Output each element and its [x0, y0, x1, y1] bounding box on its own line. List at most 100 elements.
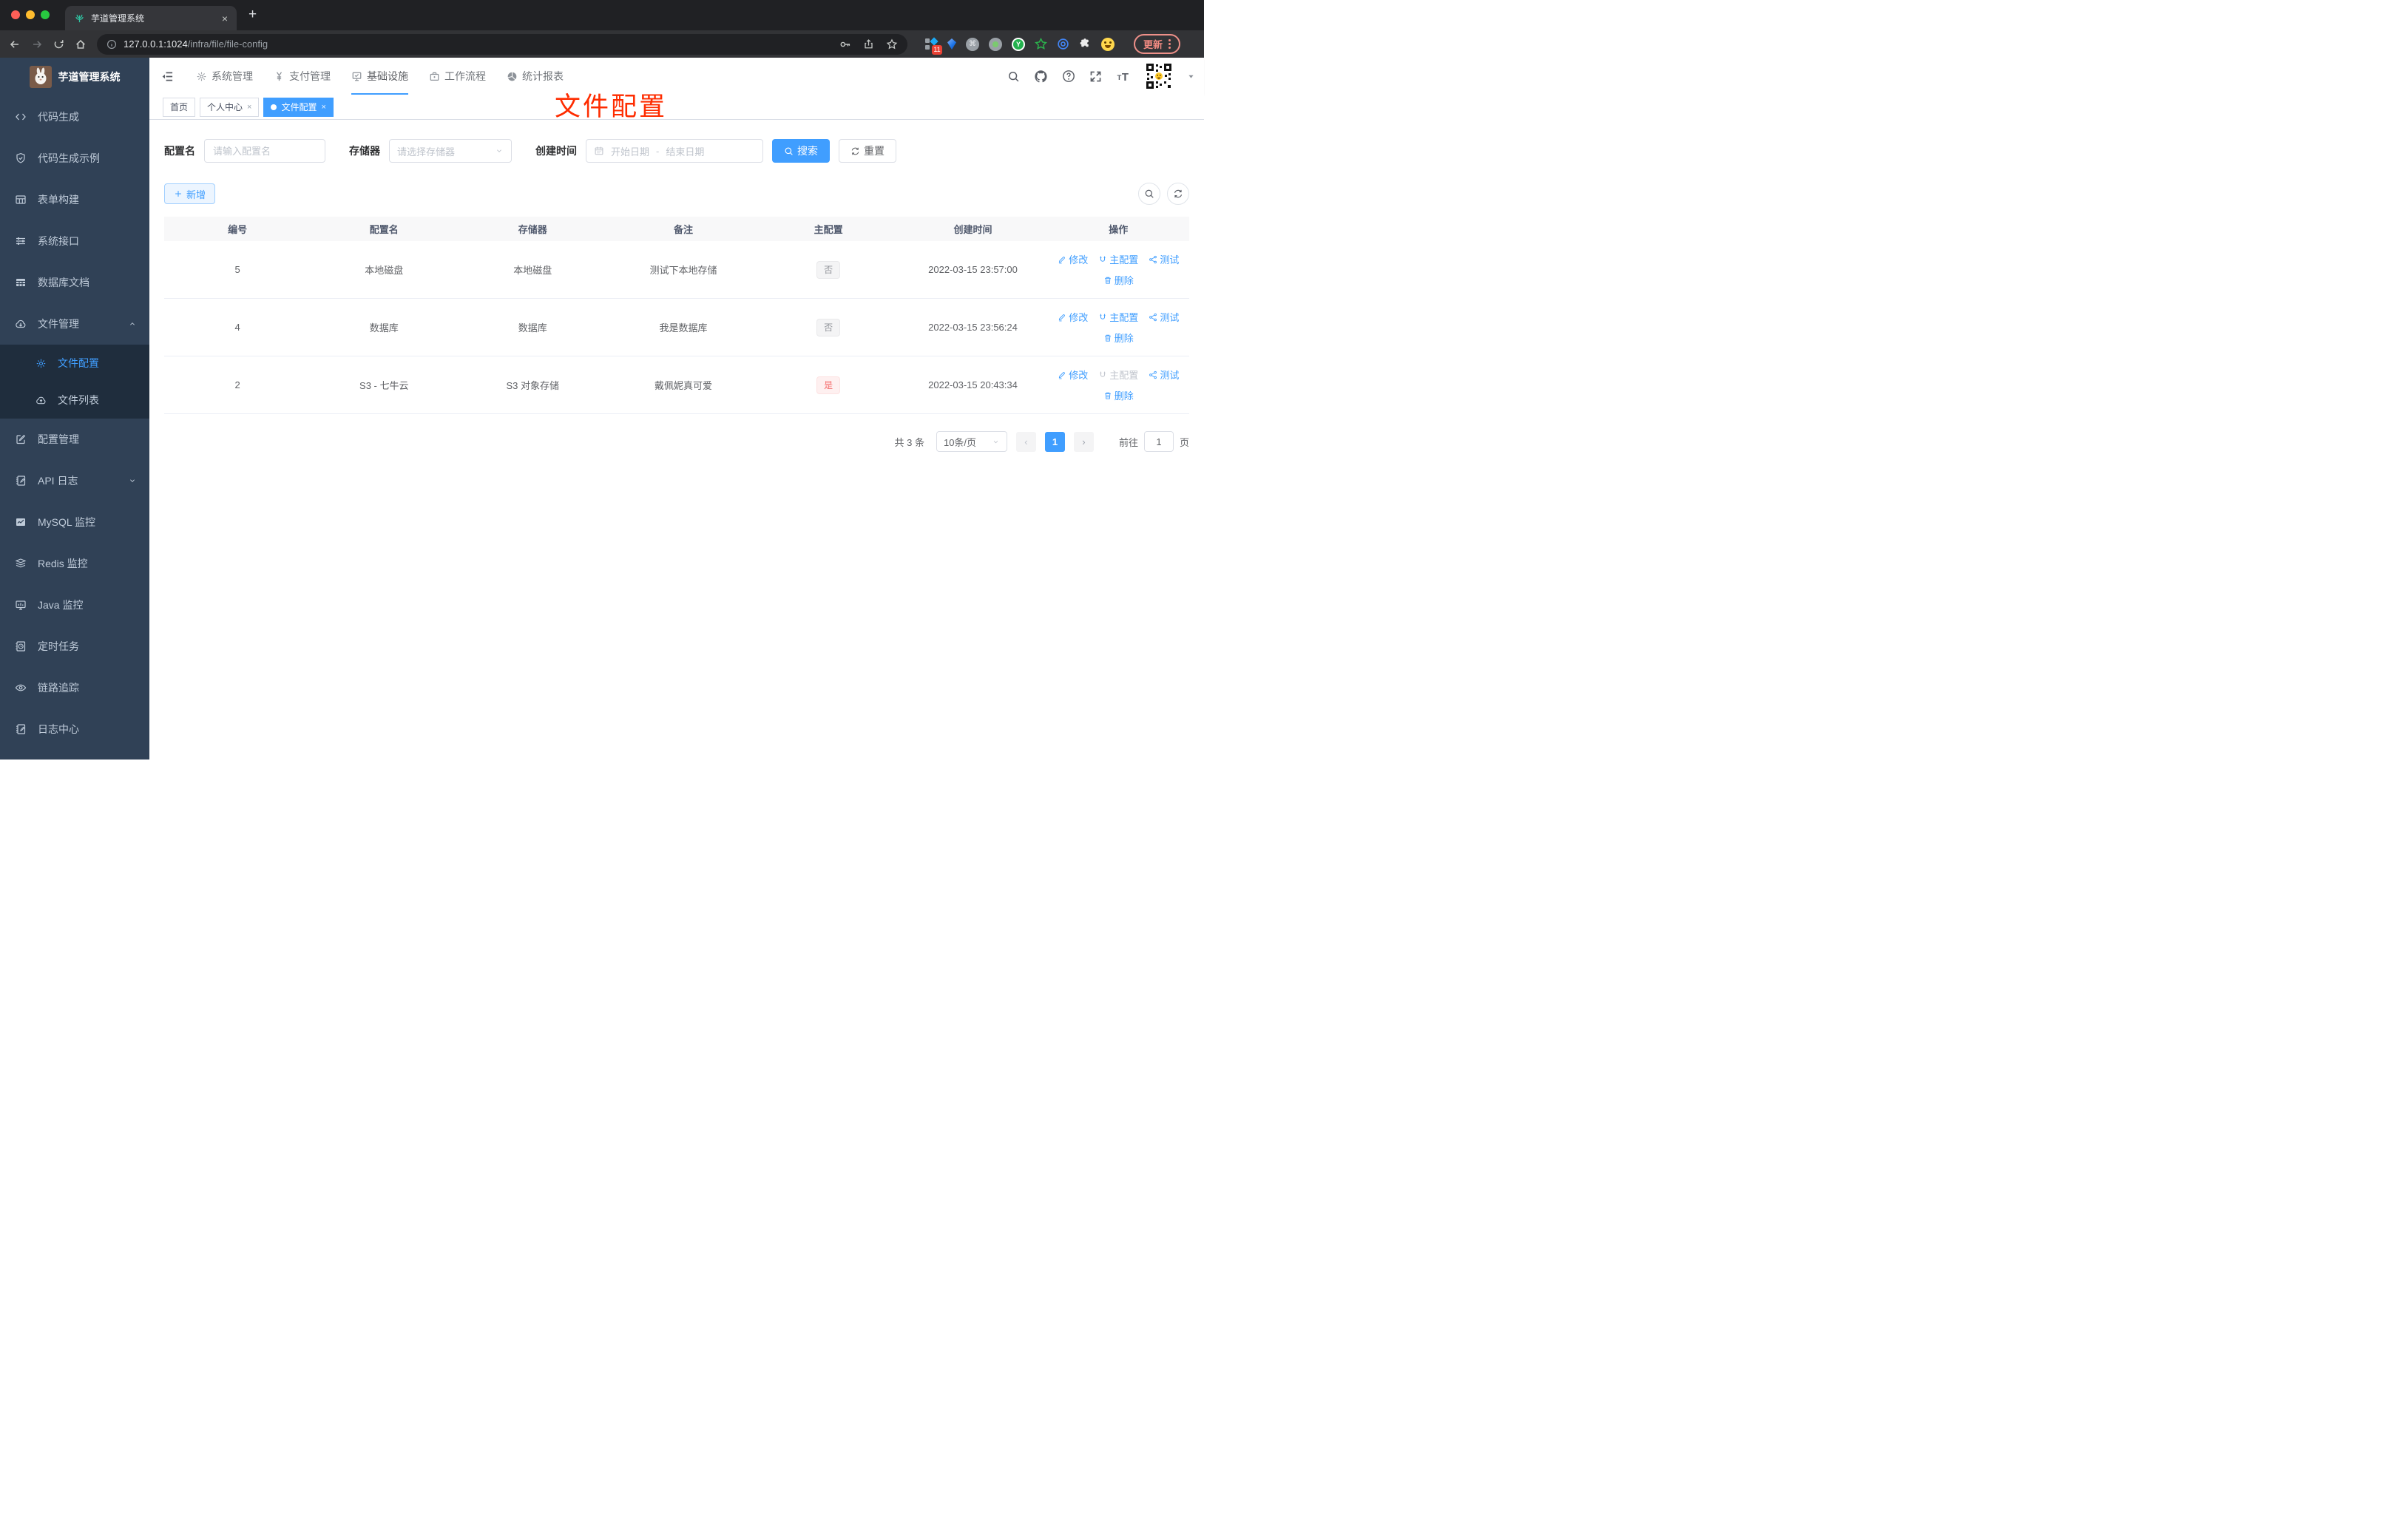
current-page-button[interactable]: 1 — [1044, 431, 1065, 452]
test-action[interactable]: 测试 — [1149, 310, 1179, 324]
tab-profile[interactable]: 个人中心 × — [200, 97, 260, 117]
sidebar-item-file-config[interactable]: 文件配置 — [0, 345, 149, 382]
reset-button[interactable]: 重置 — [839, 139, 896, 163]
edit-action[interactable]: 修改 — [1058, 368, 1088, 382]
cell-remark: 我是数据库 — [659, 322, 708, 334]
master-action[interactable]: 主配置 — [1098, 252, 1138, 266]
sidebar-item-redis-monitor[interactable]: Redis 监控 — [0, 543, 149, 584]
edit-action[interactable]: 修改 — [1058, 252, 1088, 266]
font-size-icon[interactable] — [1116, 70, 1131, 83]
tab-file-config[interactable]: 文件配置 × — [263, 97, 334, 117]
tab-label: 首页 — [170, 102, 189, 112]
sidebar-item-form-builder[interactable]: 表单构建 — [0, 179, 149, 220]
command-extension-icon[interactable]: ⌘ — [966, 37, 979, 51]
site-info-icon[interactable] — [106, 39, 117, 50]
window-zoom-button[interactable] — [41, 10, 50, 19]
sidebar-item-trace[interactable]: 链路追踪 — [0, 667, 149, 708]
github-icon[interactable] — [1034, 70, 1048, 84]
storage-select[interactable]: 请选择存储器 — [389, 139, 512, 163]
sidebar-item-system-api[interactable]: 系统接口 — [0, 220, 149, 262]
test-action[interactable]: 测试 — [1149, 368, 1179, 382]
y-extension-icon[interactable]: Y — [1012, 37, 1025, 51]
cell-name: 数据库 — [369, 322, 399, 334]
avatar[interactable] — [1145, 62, 1173, 90]
date-start-placeholder[interactable]: 开始日期 — [611, 144, 649, 158]
browser-tab[interactable]: 芋道管理系统 × — [65, 6, 237, 30]
cell-id: 2 — [234, 379, 240, 390]
collapse-sidebar-icon[interactable] — [149, 70, 186, 83]
tab-home[interactable]: 首页 — [163, 97, 196, 117]
status-badge: 是 — [816, 376, 841, 394]
recorder-extension-icon[interactable] — [989, 37, 1002, 51]
caret-down-icon[interactable] — [1187, 72, 1195, 81]
edit-action[interactable]: 修改 — [1058, 310, 1088, 324]
chrome-menu-icon[interactable] — [1169, 39, 1171, 49]
cloud-download-icon — [16, 319, 26, 328]
star-extension-icon[interactable] — [1035, 38, 1047, 50]
puzzle-extensions-icon[interactable] — [1079, 38, 1092, 50]
new-tab-button[interactable]: + — [248, 7, 257, 23]
sidebar-item-db-doc[interactable]: 数据库文档 — [0, 262, 149, 303]
sidebar-item-code-generation[interactable]: 代码生成 — [0, 96, 149, 138]
master-action[interactable]: 主配置 — [1098, 310, 1138, 324]
test-action[interactable]: 测试 — [1149, 252, 1179, 266]
sidebar-item-log-center[interactable]: 日志中心 — [0, 708, 149, 750]
bookmark-star-icon[interactable] — [886, 38, 898, 50]
topnav-payment-management[interactable]: 支付管理 — [263, 58, 341, 95]
goto-page-input[interactable] — [1143, 431, 1174, 452]
sidebar-logo[interactable]: 芋道管理系统 — [0, 58, 149, 96]
fullscreen-icon[interactable] — [1089, 70, 1102, 83]
sidebar-item-scheduled-tasks[interactable]: 定时任务 — [0, 626, 149, 667]
reload-icon[interactable] — [53, 38, 64, 50]
tab-close-icon[interactable]: × — [321, 103, 325, 112]
next-page-button[interactable]: › — [1073, 431, 1094, 452]
address-bar[interactable]: 127.0.0.1:1024/infra/file/file-config — [97, 33, 907, 55]
tab-close-icon[interactable]: × — [247, 103, 251, 112]
refresh-table-button[interactable] — [1167, 183, 1189, 205]
search-icon[interactable] — [1007, 70, 1020, 83]
gem-extension-icon[interactable] — [947, 38, 956, 50]
search-button[interactable]: 搜索 — [772, 139, 830, 163]
date-range-picker[interactable]: 开始日期 - 结束日期 — [586, 139, 763, 163]
add-button[interactable]: 新增 — [164, 183, 216, 204]
chrome-update-button[interactable]: 更新 — [1134, 34, 1181, 54]
topnav-system-management[interactable]: 系统管理 — [186, 58, 263, 95]
window-minimize-button[interactable] — [26, 10, 35, 19]
trash-icon — [1104, 277, 1112, 284]
delete-action[interactable]: 删除 — [1103, 388, 1134, 402]
gear-icon — [36, 358, 46, 368]
forward-icon[interactable] — [31, 38, 43, 50]
page-size-select[interactable]: 10条/页 — [936, 431, 1007, 452]
tab-groups-extension-icon[interactable]: 11 — [925, 37, 942, 55]
password-key-icon[interactable] — [839, 38, 851, 50]
config-name-input[interactable] — [204, 139, 325, 163]
sidebar-item-file-management[interactable]: 文件管理 — [0, 303, 149, 345]
share-export-icon[interactable] — [863, 38, 874, 50]
delete-action[interactable]: 删除 — [1103, 331, 1134, 345]
sidebar-item-code-example[interactable]: 代码生成示例 — [0, 138, 149, 179]
cell-storage: 本地磁盘 — [513, 265, 552, 276]
sidebar-item-file-list[interactable]: 文件列表 — [0, 382, 149, 419]
emoji-profile-icon[interactable] — [1101, 37, 1115, 51]
eye-extension-icon[interactable] — [1057, 38, 1069, 50]
report-icon — [507, 71, 517, 81]
delete-action[interactable]: 删除 — [1103, 273, 1134, 287]
home-icon[interactable] — [75, 38, 87, 50]
topnav-workflow[interactable]: 工作流程 — [419, 58, 496, 95]
sidebar-item-mysql-monitor[interactable]: MySQL 监控 — [0, 501, 149, 543]
page-size-value: 10条/页 — [943, 436, 977, 448]
cell-storage: 数据库 — [518, 322, 547, 334]
prev-page-button[interactable]: ‹ — [1015, 431, 1036, 452]
back-icon[interactable] — [9, 38, 21, 50]
pagination-total: 共 3 条 — [894, 436, 924, 448]
toggle-search-button[interactable] — [1138, 183, 1160, 205]
sidebar-item-api-log[interactable]: API 日志 — [0, 460, 149, 501]
topnav-infrastructure[interactable]: 基础设施 — [341, 58, 419, 95]
tab-close-icon[interactable]: × — [222, 13, 228, 24]
cell-actions: 修改 主配置 测试 删除 — [1048, 368, 1189, 402]
date-end-placeholder[interactable]: 结束日期 — [666, 144, 704, 158]
help-icon[interactable] — [1062, 70, 1075, 83]
window-close-button[interactable] — [11, 10, 20, 19]
sidebar-item-java-monitor[interactable]: Java 监控 — [0, 584, 149, 626]
sidebar-item-config-management[interactable]: 配置管理 — [0, 419, 149, 460]
